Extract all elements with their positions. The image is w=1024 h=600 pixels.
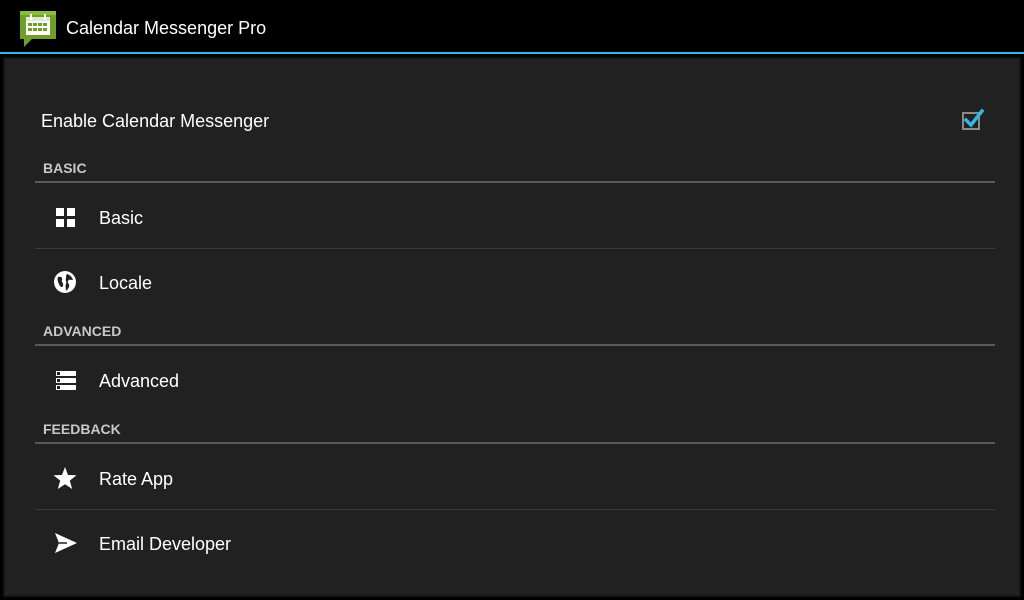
send-icon <box>53 531 79 557</box>
enable-calendar-messenger-row[interactable]: Enable Calendar Messenger <box>35 99 995 143</box>
globe-icon <box>53 270 79 296</box>
section-header-advanced: ADVANCED <box>35 322 995 346</box>
section-label-feedback: FEEDBACK <box>43 421 121 437</box>
pref-item-basic[interactable]: Basic <box>35 185 995 249</box>
star-icon <box>53 466 79 492</box>
pref-item-label: Advanced <box>99 371 180 391</box>
calendar-message-icon[interactable] <box>18 9 58 49</box>
pref-item-advanced[interactable]: Advanced <box>35 348 995 412</box>
pref-item-email-developer[interactable]: Email Developer <box>35 511 995 575</box>
pref-item-label: Locale <box>99 273 153 293</box>
pref-item-rate-app[interactable]: Rate App <box>35 446 995 510</box>
pref-item-label: Email Developer <box>99 534 232 554</box>
pref-item-label: Basic <box>99 208 144 228</box>
section-label-advanced: ADVANCED <box>43 323 122 339</box>
pref-item-locale[interactable]: Locale <box>35 250 995 314</box>
section-label-basic: BASIC <box>43 160 87 176</box>
action-bar: Calendar Messenger Pro <box>0 0 1024 54</box>
section-header-basic: BASIC <box>35 159 995 183</box>
app-title: Calendar Messenger Pro <box>66 18 267 38</box>
preferences-list: Enable Calendar Messenger BASIC Basic Lo… <box>3 57 1021 597</box>
enable-checkbox[interactable] <box>959 107 985 133</box>
grid-icon <box>53 205 79 231</box>
list-icon <box>53 368 79 394</box>
section-header-feedback: FEEDBACK <box>35 420 995 444</box>
enable-calendar-messenger-label: Enable Calendar Messenger <box>41 111 270 131</box>
pref-item-label: Rate App <box>99 469 174 489</box>
